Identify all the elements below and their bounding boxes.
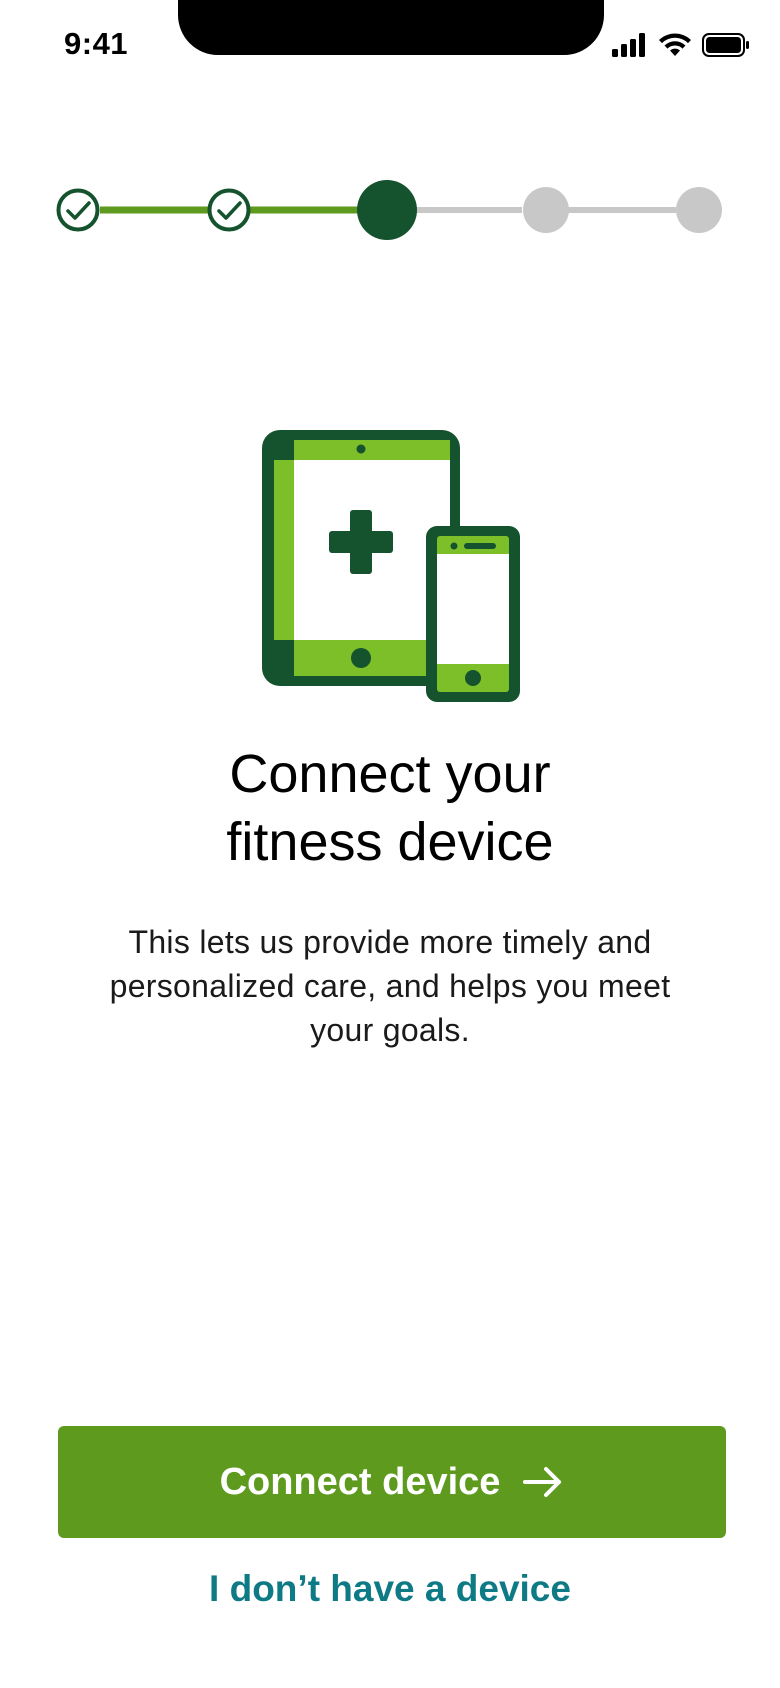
stepper-step-5-upcoming: [676, 187, 722, 233]
battery-icon: [702, 33, 749, 57]
stepper-step-2-complete: [207, 188, 251, 232]
progress-stepper: [0, 170, 780, 250]
stepper-step-3-current: [357, 180, 417, 240]
status-icons: [612, 32, 750, 58]
no-device-link[interactable]: I don’t have a device: [0, 1568, 780, 1610]
arrow-right-icon: [523, 1467, 562, 1497]
cellular-signal-icon: [612, 33, 645, 57]
device-notch: [178, 0, 604, 55]
page-title: Connect your fitness device: [0, 740, 780, 876]
stepper-step-4-upcoming: [523, 187, 569, 233]
title-line-2: fitness device: [226, 812, 554, 872]
connect-device-button[interactable]: Connect device: [58, 1426, 726, 1538]
title-line-1: Connect your: [229, 744, 551, 804]
wifi-icon: [659, 33, 691, 56]
page-description: This lets us provide more timely and per…: [109, 924, 671, 1048]
status-time: 9:41: [64, 26, 129, 61]
stepper-step-1-complete: [56, 188, 100, 232]
tablet-phone-health-icon: [262, 430, 522, 702]
connect-device-label: Connect device: [219, 1460, 501, 1503]
status-bar: 9:41: [0, 0, 780, 96]
